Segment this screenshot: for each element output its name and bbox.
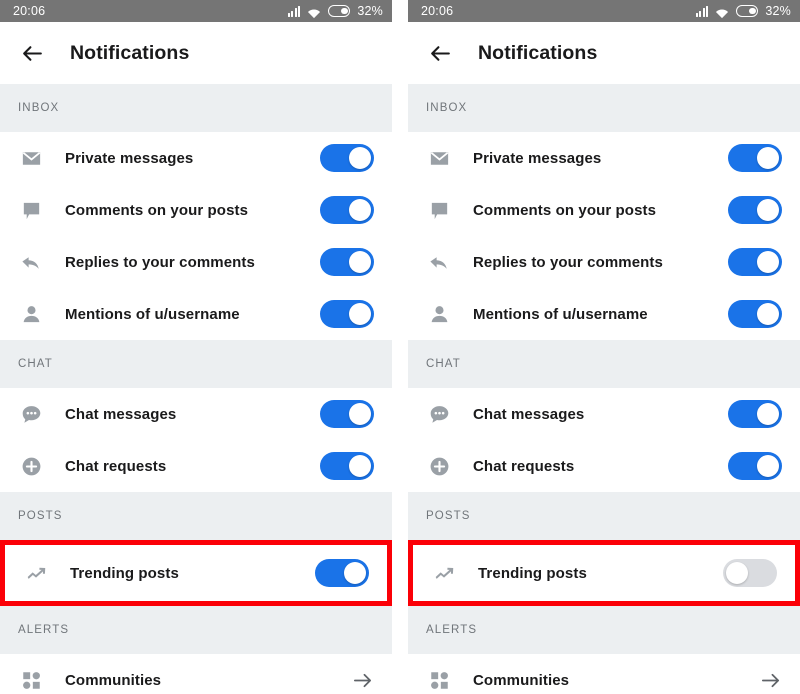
section-header-inbox: INBOX — [0, 84, 392, 132]
toggle-chat-requests[interactable] — [728, 452, 782, 480]
row-label: Private messages — [473, 149, 602, 167]
toggle-private-messages[interactable] — [728, 144, 782, 172]
row-communities[interactable]: Communities — [408, 654, 800, 694]
row-label: Mentions of u/username — [473, 305, 648, 323]
toggle-chat-messages[interactable] — [320, 400, 374, 428]
chat-dots-icon — [426, 401, 452, 427]
row-mentions[interactable]: Mentions of u/username — [408, 288, 800, 340]
row-chat-messages[interactable]: Chat messages — [0, 388, 392, 440]
comment-bubble-icon — [18, 197, 44, 223]
row-label: Private messages — [65, 149, 194, 167]
plus-circle-icon — [18, 453, 44, 479]
trending-up-icon — [431, 560, 457, 586]
wifi-icon — [715, 6, 729, 18]
row-communities[interactable]: Communities — [0, 654, 392, 694]
grid-squares-icon — [426, 667, 452, 693]
battery-percent: 32% — [765, 4, 791, 18]
toggle-chat-requests[interactable] — [320, 452, 374, 480]
arrow-left-icon[interactable] — [19, 40, 45, 66]
row-label: Replies to your comments — [65, 253, 255, 271]
row-label: Trending posts — [478, 564, 587, 582]
row-mentions[interactable]: Mentions of u/username — [0, 288, 392, 340]
row-private-messages[interactable]: Private messages — [408, 132, 800, 184]
toggle-chat-messages[interactable] — [728, 400, 782, 428]
row-replies-to-your-comments[interactable]: Replies to your comments — [0, 236, 392, 288]
page-title: Notifications — [478, 41, 598, 64]
row-label: Comments on your posts — [65, 201, 249, 219]
app-bar: Notifications — [0, 22, 392, 84]
toggle-mentions[interactable] — [728, 300, 782, 328]
toggle-trending-posts[interactable] — [723, 559, 777, 587]
reply-arrow-icon — [426, 249, 452, 275]
status-bar: 20:06 32% — [408, 0, 800, 22]
reply-arrow-icon — [18, 249, 44, 275]
page-title: Notifications — [70, 41, 190, 64]
arrow-right-icon[interactable] — [758, 668, 782, 692]
envelope-icon — [18, 145, 44, 171]
section-header-inbox: INBOX — [408, 84, 800, 132]
toggle-trending-posts[interactable] — [315, 559, 369, 587]
right-panel: 20:06 32% Notifications INBOX Private me… — [408, 0, 800, 694]
status-icons: 32% — [695, 4, 791, 18]
row-label: Replies to your comments — [473, 253, 663, 271]
row-chat-messages[interactable]: Chat messages — [408, 388, 800, 440]
row-replies-to-your-comments[interactable]: Replies to your comments — [408, 236, 800, 288]
signal-icon — [287, 5, 301, 17]
battery-icon — [328, 5, 351, 17]
row-label: Communities — [65, 671, 162, 689]
row-label: Chat requests — [473, 457, 575, 475]
grid-squares-icon — [18, 667, 44, 693]
person-icon — [426, 301, 452, 327]
row-private-messages[interactable]: Private messages — [0, 132, 392, 184]
row-label: Comments on your posts — [473, 201, 657, 219]
section-header-alerts: ALERTS — [408, 606, 800, 654]
row-comments-on-your-posts[interactable]: Comments on your posts — [408, 184, 800, 236]
toggle-mentions[interactable] — [320, 300, 374, 328]
toggle-replies[interactable] — [728, 248, 782, 276]
row-comments-on-your-posts[interactable]: Comments on your posts — [0, 184, 392, 236]
comparison-screenshot: 20:06 32% Notifications INBOX Private me… — [0, 0, 800, 694]
row-label: Trending posts — [70, 564, 179, 582]
row-label: Mentions of u/username — [65, 305, 240, 323]
plus-circle-icon — [426, 453, 452, 479]
row-label: Communities — [473, 671, 570, 689]
wifi-icon — [307, 6, 321, 18]
status-icons: 32% — [287, 4, 383, 18]
toggle-comments[interactable] — [728, 196, 782, 224]
status-time: 20:06 — [13, 4, 46, 18]
section-header-alerts: ALERTS — [0, 606, 392, 654]
row-chat-requests[interactable]: Chat requests — [408, 440, 800, 492]
highlight-box-trending-posts: Trending posts — [408, 540, 800, 606]
person-icon — [18, 301, 44, 327]
trending-up-icon — [23, 560, 49, 586]
chat-dots-icon — [18, 401, 44, 427]
signal-icon — [695, 5, 709, 17]
section-header-posts: POSTS — [0, 492, 392, 540]
toggle-comments[interactable] — [320, 196, 374, 224]
left-panel: 20:06 32% Notifications INBOX Private me… — [0, 0, 392, 694]
section-header-chat: CHAT — [408, 340, 800, 388]
arrow-left-icon[interactable] — [427, 40, 453, 66]
battery-icon — [736, 5, 759, 17]
row-chat-requests[interactable]: Chat requests — [0, 440, 392, 492]
envelope-icon — [426, 145, 452, 171]
toggle-private-messages[interactable] — [320, 144, 374, 172]
highlight-box-trending-posts: Trending posts — [0, 540, 392, 606]
row-label: Chat messages — [65, 405, 177, 423]
app-bar: Notifications — [408, 22, 800, 84]
row-label: Chat requests — [65, 457, 167, 475]
status-bar: 20:06 32% — [0, 0, 392, 22]
toggle-replies[interactable] — [320, 248, 374, 276]
row-trending-posts[interactable]: Trending posts — [5, 545, 387, 601]
row-trending-posts[interactable]: Trending posts — [413, 545, 795, 601]
arrow-right-icon[interactable] — [350, 668, 374, 692]
battery-percent: 32% — [357, 4, 383, 18]
panel-divider — [392, 0, 408, 694]
comment-bubble-icon — [426, 197, 452, 223]
status-time: 20:06 — [421, 4, 454, 18]
section-header-posts: POSTS — [408, 492, 800, 540]
row-label: Chat messages — [473, 405, 585, 423]
section-header-chat: CHAT — [0, 340, 392, 388]
